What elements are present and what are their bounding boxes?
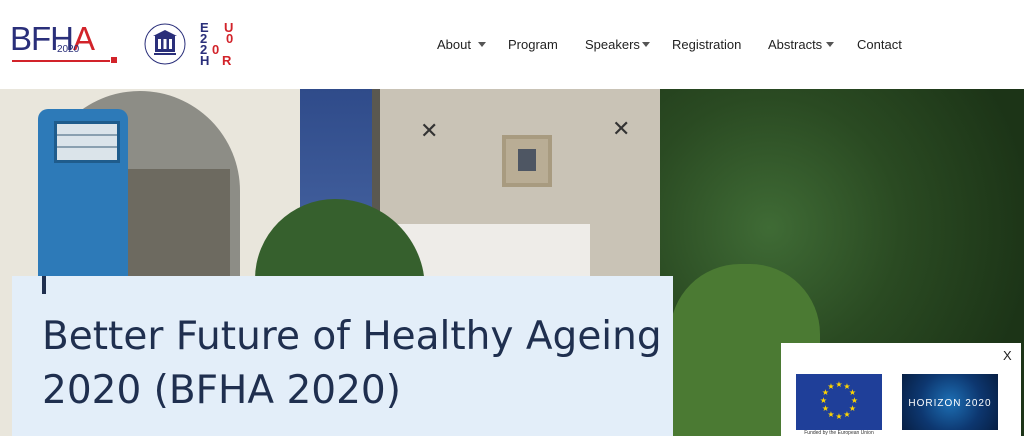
horizon-2020-logo: HORIZON 2020: [902, 374, 998, 430]
chevron-down-icon: [478, 42, 486, 47]
hero-title-box: Better Future of Healthy Ageing 2020 (BF…: [12, 276, 673, 436]
nav-speakers-label: Speakers: [585, 37, 640, 52]
svg-text:★: ★: [843, 410, 850, 419]
tower-window: [502, 135, 552, 187]
nav-registration[interactable]: Registration: [672, 37, 741, 52]
svg-text:★: ★: [822, 404, 829, 413]
nav-about[interactable]: About: [437, 37, 486, 52]
svg-text:★: ★: [835, 380, 842, 389]
logo-dot: [111, 57, 117, 63]
nav-registration-label: Registration: [672, 37, 742, 52]
svg-text:★: ★: [820, 396, 827, 405]
tower-anchor-icon: ✕: [420, 119, 439, 144]
funding-popup: X ★ ★ ★ ★ ★ ★ ★ ★ ★ ★ ★ ★ Funded by the …: [781, 343, 1021, 436]
title-accent-bar: [42, 276, 46, 294]
svg-text:★: ★: [835, 412, 842, 421]
close-button[interactable]: X: [1003, 348, 1012, 363]
svg-text:★: ★: [827, 382, 834, 391]
nav-program[interactable]: Program: [508, 37, 558, 52]
nav-speakers[interactable]: Speakers: [585, 37, 650, 52]
nav-contact[interactable]: Contact: [857, 37, 902, 52]
nav-program-label: Program: [508, 37, 558, 52]
site-header: BFHA 2020 E U 2 0 2 0 H R About Program: [0, 0, 1024, 89]
chevron-down-icon: [642, 42, 650, 47]
eu-flag-icon: ★ ★ ★ ★ ★ ★ ★ ★ ★ ★ ★ ★: [796, 374, 882, 430]
eu-caption: Funded by the European Union: [804, 430, 874, 436]
cabin-window: [54, 121, 120, 163]
page-title: Better Future of Healthy Ageing 2020 (BF…: [42, 314, 662, 413]
chevron-down-icon: [826, 42, 834, 47]
horizon-label: HORIZON 2020: [908, 398, 992, 409]
logo-underline: [12, 60, 110, 62]
nav-about-label: About: [437, 37, 471, 52]
nav-abstracts-label: Abstracts: [768, 37, 823, 52]
tower-anchor-icon: ✕: [612, 117, 631, 142]
main-nav: About Program Speakers Registration Abst…: [0, 37, 1024, 53]
nav-contact-label: Contact: [857, 37, 902, 52]
nav-abstracts[interactable]: Abstracts: [768, 37, 834, 52]
